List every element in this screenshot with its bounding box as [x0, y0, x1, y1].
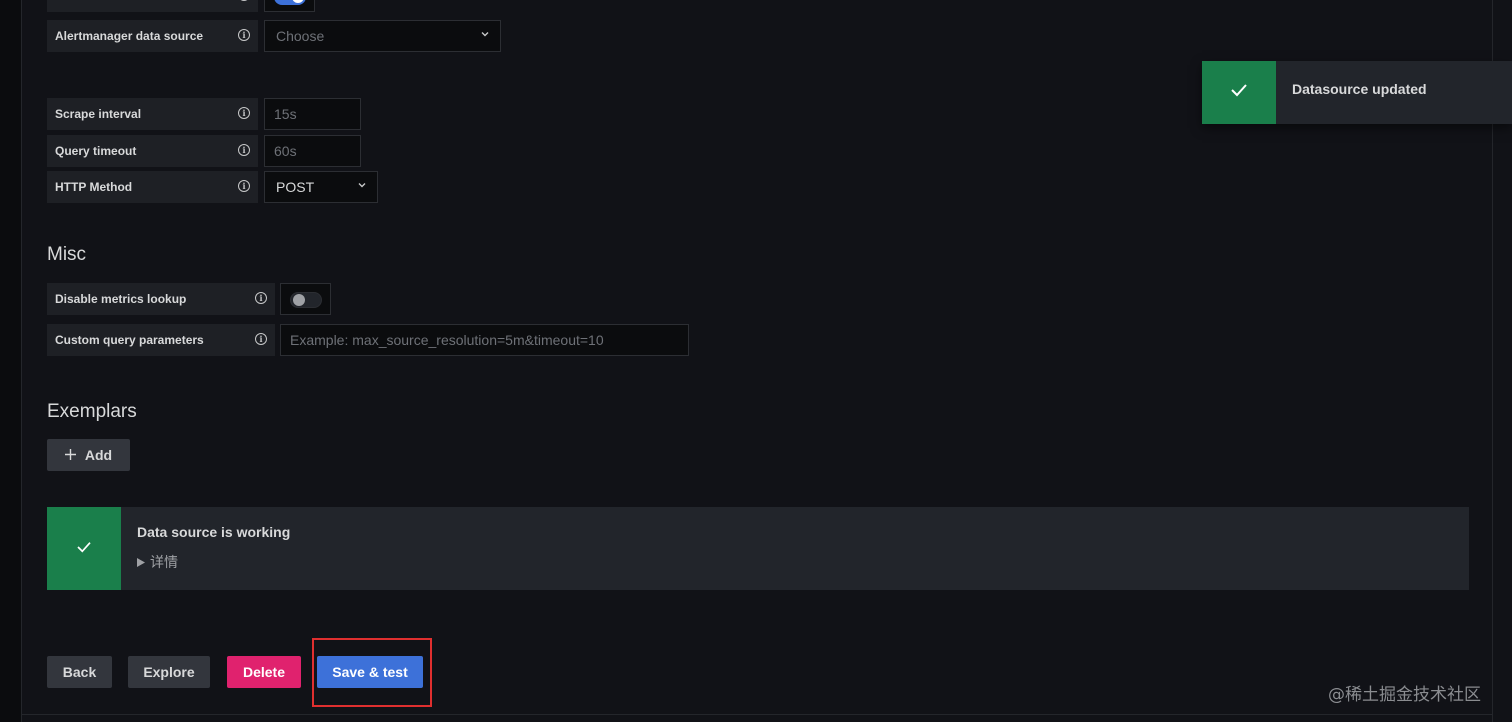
- custom-query-parameters-label: Custom query parameters i: [47, 324, 275, 356]
- http-method-value: POST: [276, 179, 315, 195]
- scrape-interval-label: Scrape interval i: [47, 98, 258, 130]
- exemplars-section-title: Exemplars: [47, 401, 137, 422]
- disable-metrics-lookup-label: Disable metrics lookup i: [47, 283, 275, 315]
- info-icon: i: [238, 0, 250, 1]
- chevron-down-icon: [358, 181, 366, 188]
- disable-metrics-lookup-toggle-wrap[interactable]: [280, 283, 331, 315]
- caret-right-icon: [137, 554, 145, 570]
- query-timeout-input[interactable]: 60s: [264, 135, 361, 167]
- status-title: Data source is working: [137, 524, 291, 540]
- info-icon: i: [238, 144, 250, 156]
- delete-button[interactable]: Delete: [227, 656, 301, 688]
- toast-icon-col: [1202, 61, 1276, 124]
- alertmanager-datasource-label: Alertmanager data source i: [47, 20, 258, 52]
- status-icon-col: [47, 507, 121, 590]
- left-gutter: [0, 0, 21, 722]
- status-details-toggle[interactable]: 详情: [137, 552, 290, 572]
- info-icon: i: [238, 180, 250, 192]
- info-icon: i: [238, 107, 250, 119]
- alertmanager-datasource-select[interactable]: Choose: [264, 20, 501, 52]
- custom-query-parameters-input[interactable]: Example: max_source_resolution=5m&timeou…: [280, 324, 689, 356]
- toast-message: Datasource updated: [1292, 80, 1427, 97]
- query-timeout-label: Query timeout i: [47, 135, 258, 167]
- http-method-label: HTTP Method i: [47, 171, 258, 203]
- back-button[interactable]: Back: [47, 656, 112, 688]
- check-icon: [76, 540, 92, 558]
- add-exemplar-button[interactable]: Add: [47, 439, 130, 471]
- plus-icon: [64, 447, 76, 463]
- scrape-interval-input[interactable]: 15s: [264, 98, 361, 130]
- manage-alerts-toggle[interactable]: [274, 0, 306, 5]
- info-icon: i: [238, 29, 250, 41]
- manage-alerts-toggle-wrap[interactable]: [264, 0, 315, 12]
- datasource-settings-page: i Alertmanager data source i Choose Data…: [0, 0, 1512, 722]
- info-icon: i: [255, 333, 267, 345]
- manage-alerts-label: i: [47, 0, 258, 12]
- watermark: @稀土掘金技术社区: [1328, 685, 1481, 705]
- explore-button[interactable]: Explore: [128, 656, 210, 688]
- chevron-down-icon: [481, 30, 489, 37]
- content-border-left: [21, 0, 22, 722]
- toast-notification: Datasource updated: [1202, 61, 1512, 124]
- datasource-status-alert: Data source is working 详情: [47, 507, 1469, 590]
- misc-section-title: Misc: [47, 244, 87, 265]
- save-and-test-button[interactable]: Save & test: [317, 656, 423, 688]
- check-icon: [1230, 83, 1248, 102]
- disable-metrics-lookup-toggle[interactable]: [290, 292, 322, 308]
- info-icon: i: [255, 292, 267, 304]
- content-border-bottom: [21, 714, 1493, 715]
- alertmanager-placeholder: Choose: [276, 28, 325, 44]
- http-method-select[interactable]: POST: [264, 171, 378, 203]
